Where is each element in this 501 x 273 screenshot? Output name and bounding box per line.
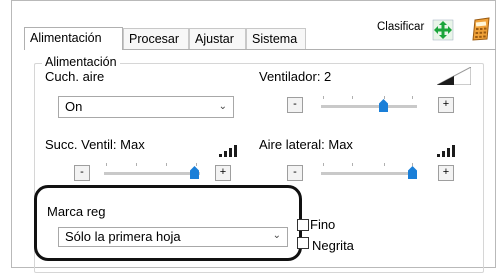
sort-label[interactable]: Clasificar	[377, 21, 424, 33]
fan-increase-button[interactable]: +	[438, 97, 454, 113]
slider-tick	[384, 163, 385, 166]
highlight-callout	[34, 185, 302, 261]
tab-alimentacion[interactable]: Alimentación	[24, 27, 123, 50]
suction-increase-button[interactable]: +	[215, 165, 231, 181]
suction-slider-track[interactable]	[104, 172, 200, 175]
fan-level-icon	[437, 67, 471, 85]
suction-level-icon	[219, 145, 237, 157]
arrows-move-icon[interactable]	[432, 19, 454, 41]
slider-tick	[412, 96, 413, 99]
tab-ajustar[interactable]: Ajustar	[189, 28, 246, 49]
side-air-slider-track[interactable]	[321, 172, 417, 175]
slider-tick	[323, 96, 324, 99]
feed-group-title: Alimentación	[42, 55, 120, 69]
tab-procesar[interactable]: Procesar	[123, 28, 189, 49]
air-cushion-label: Cuch. aire	[45, 69, 105, 84]
slider-tick	[384, 96, 385, 99]
tab-sistema[interactable]: Sistema	[246, 28, 306, 49]
bold-checkbox[interactable]	[297, 237, 309, 249]
slider-tick	[412, 163, 413, 166]
fan-decrease-button[interactable]: -	[287, 97, 303, 113]
thin-checkbox[interactable]	[297, 219, 309, 231]
slider-tick	[106, 163, 107, 166]
fan-label: Ventilador: 2	[259, 69, 332, 84]
chevron-down-icon: ⌄	[218, 101, 227, 112]
bold-checkbox-label: Negrita	[312, 238, 354, 253]
fan-slider-track[interactable]	[321, 105, 417, 108]
side-air-label: Aire lateral: Max	[259, 137, 353, 152]
air-cushion-select[interactable]: On ⌄	[58, 96, 234, 118]
thin-checkbox-label: Fino	[310, 217, 336, 232]
slider-tick	[136, 163, 137, 166]
slider-tick	[196, 163, 197, 166]
slider-tick	[166, 163, 167, 166]
air-cushion-value: On	[65, 99, 83, 114]
side-air-increase-button[interactable]: +	[438, 165, 454, 181]
calculator-icon[interactable]	[470, 17, 492, 41]
slider-tick	[352, 96, 353, 99]
slider-tick	[352, 163, 353, 166]
side-air-decrease-button[interactable]: -	[287, 165, 303, 181]
side-air-level-icon	[437, 145, 455, 157]
suction-label: Succ. Ventil: Max	[45, 137, 145, 152]
suction-decrease-button[interactable]: -	[74, 165, 90, 181]
slider-tick	[323, 163, 324, 166]
